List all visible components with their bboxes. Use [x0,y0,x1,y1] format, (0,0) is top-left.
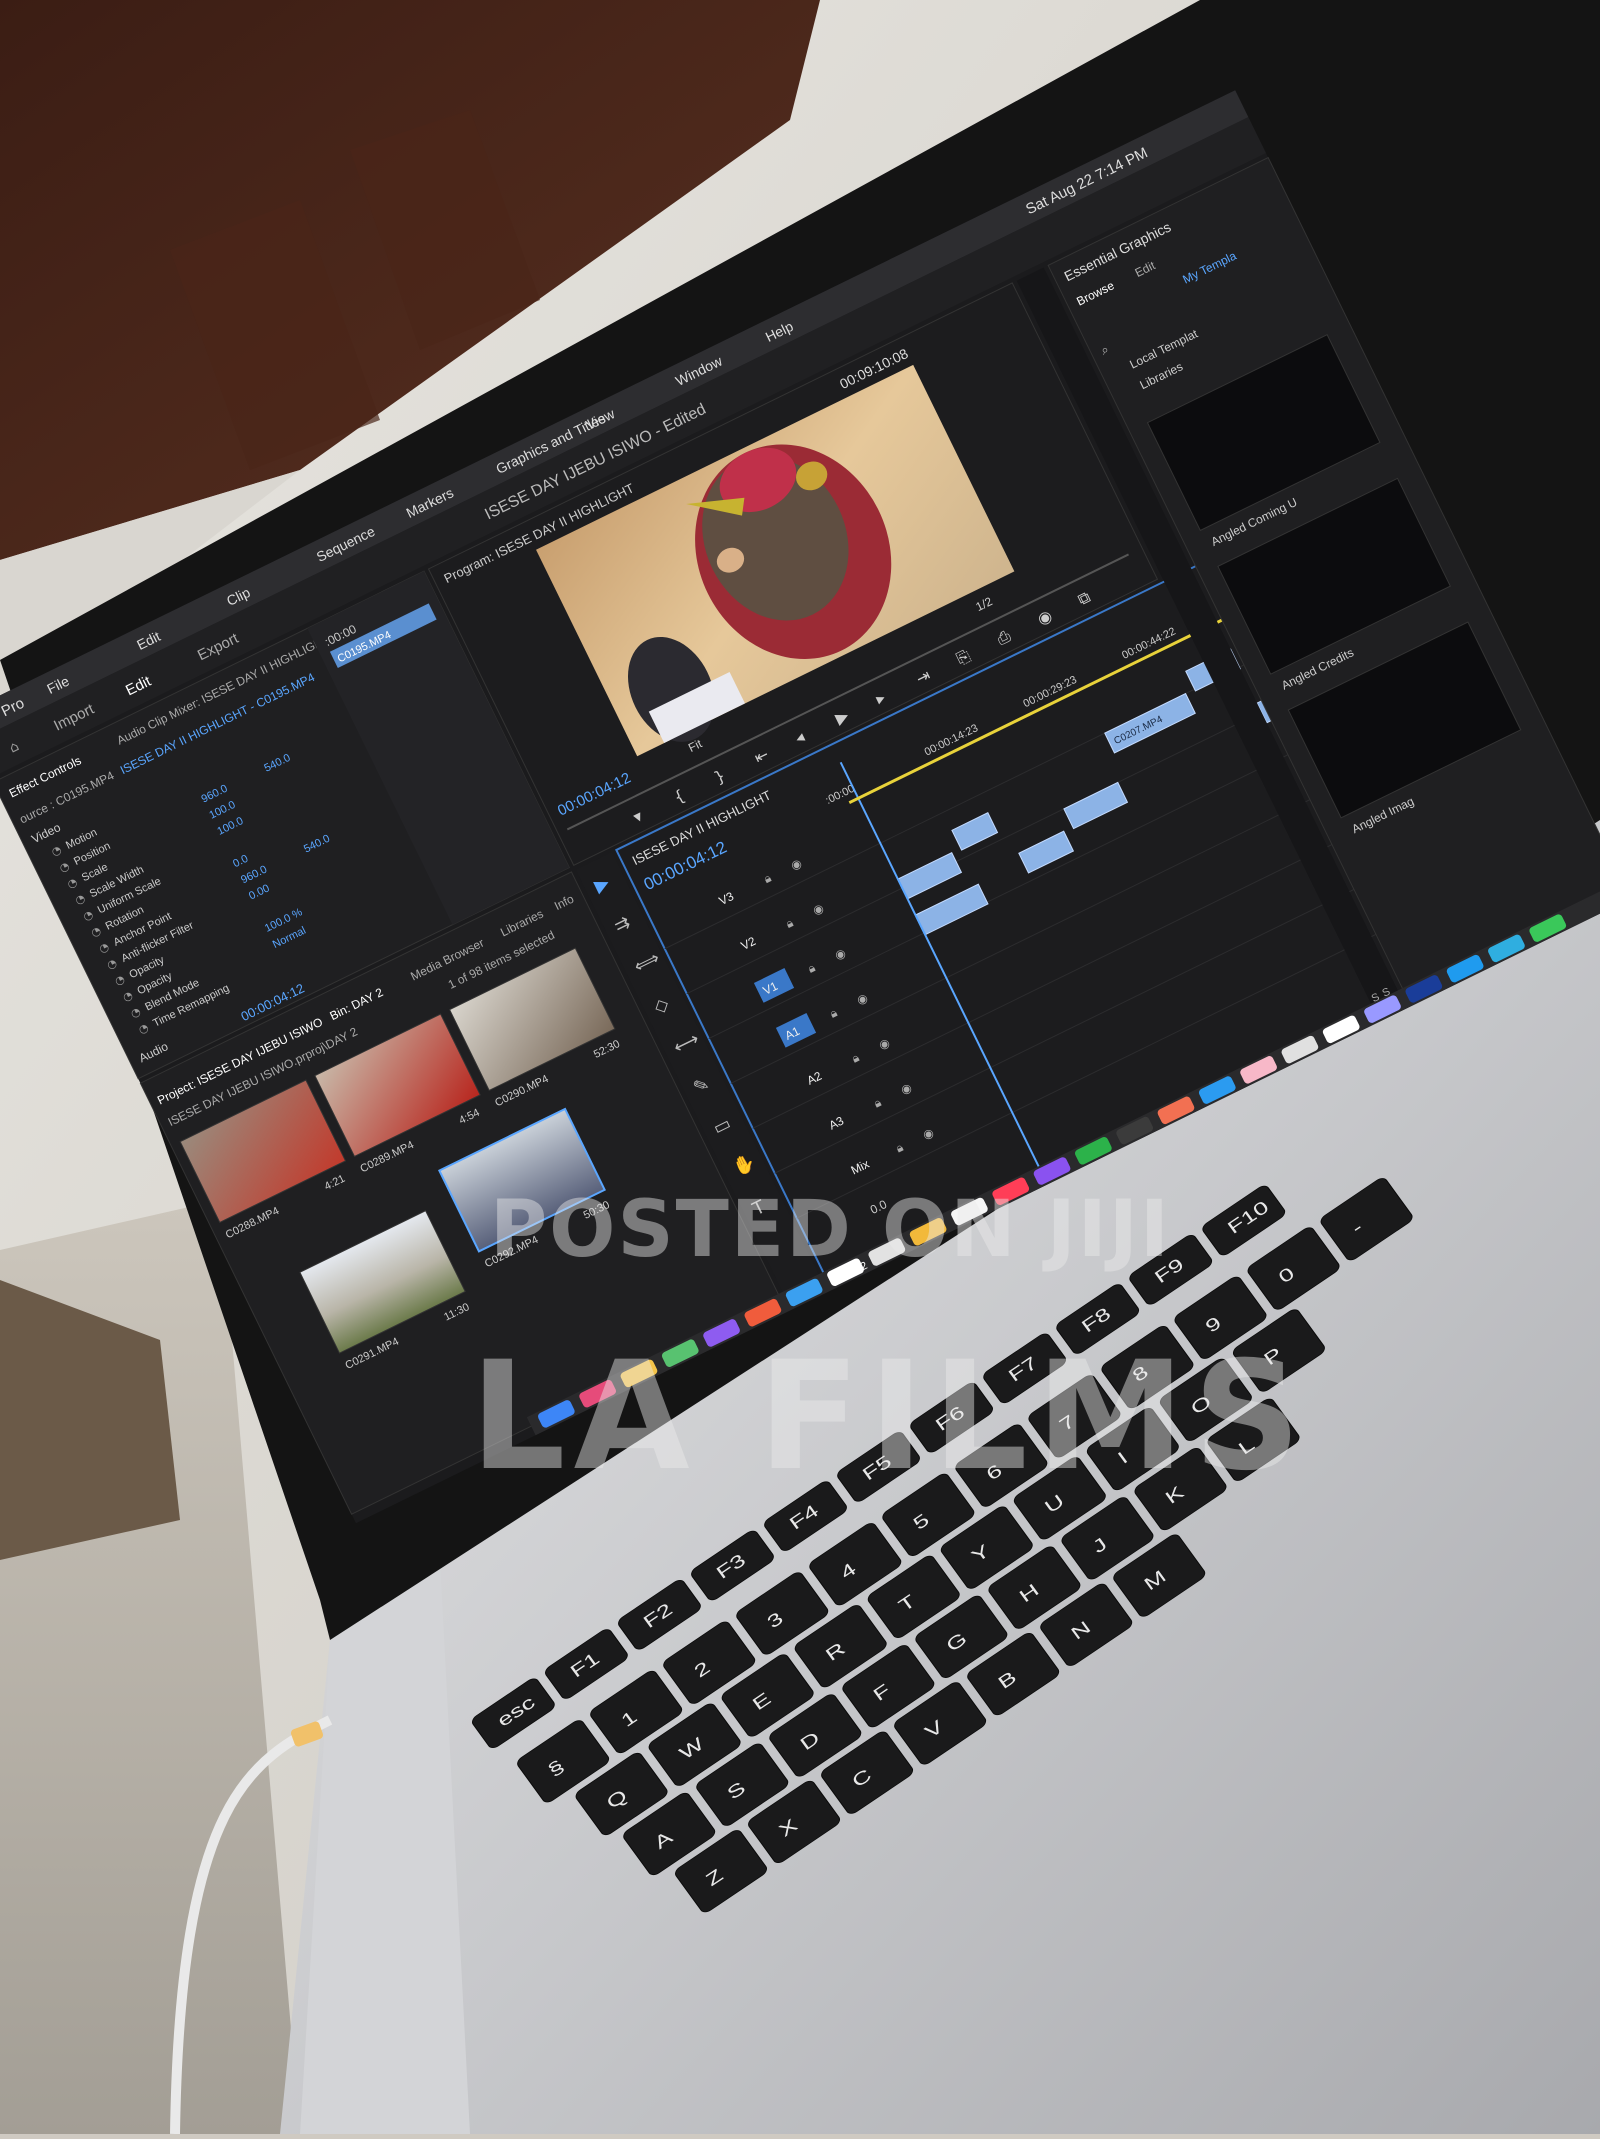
photo-scene: esc F1 F2 F3 F4 F5 F6 F7 F8 F9 F10 § 1 2 3 4 5 6 7 8 9 0- Q W E R… [0,0,1600,2135]
photo-canvas: escF1F2F3F4F5F6F7F8F9F10§1234567890-QWER… [0,0,1600,2135]
watermark-line1: POSTED ON JIJI [490,1185,1171,1275]
watermark-line2: LA FILMS [470,1330,1310,1504]
